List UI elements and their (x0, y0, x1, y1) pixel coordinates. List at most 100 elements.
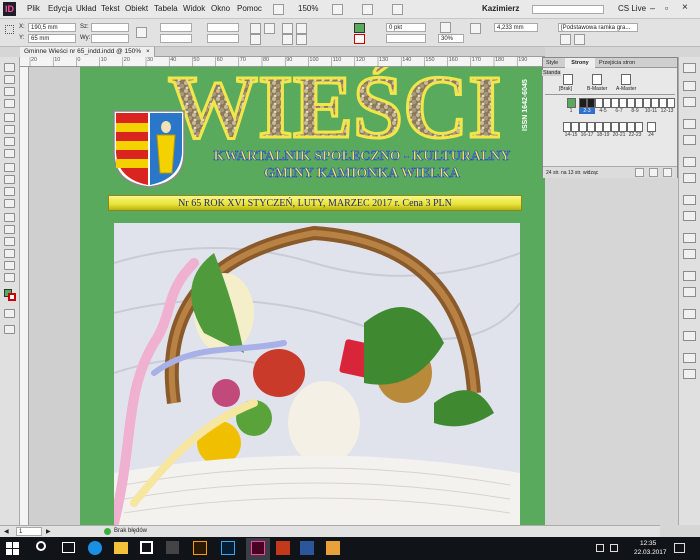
page-thumbnail[interactable] (571, 122, 579, 132)
pen-tool-icon[interactable] (4, 137, 15, 146)
horizontal-ruler[interactable]: 20 10 0 10 20 30 40 50 60 70 80 90 100 110 120 130 140 15… (20, 57, 545, 67)
page-thumbnail[interactable] (635, 122, 643, 132)
text-on-path-icon[interactable] (250, 34, 261, 45)
x-position-field[interactable]: 190,5 mm (28, 23, 76, 32)
gradient-feather-tool-icon[interactable] (4, 225, 15, 234)
eyedropper-tool-icon[interactable] (4, 249, 15, 258)
document-canvas[interactable]: WIEŚCI ISSN 1642-6045 KWARTALNIK SPOŁECZ… (29, 67, 545, 525)
stroke-color-icon[interactable] (8, 293, 16, 301)
vertical-ruler[interactable] (20, 67, 29, 525)
type-tool-icon[interactable] (4, 113, 15, 122)
tab-styles[interactable]: Style (546, 60, 558, 66)
selection-tool-icon[interactable] (4, 63, 15, 72)
arrange-documents-icon[interactable] (392, 4, 403, 15)
page-thumbnail[interactable] (595, 98, 603, 108)
table-styles-panel-icon[interactable] (683, 369, 696, 379)
view-options-icon[interactable] (332, 4, 343, 15)
illustrator-icon[interactable] (193, 541, 207, 555)
page-thumbnail[interactable] (587, 122, 595, 132)
normal-view-icon[interactable] (4, 325, 15, 334)
new-page-icon[interactable] (649, 168, 658, 177)
page-spread-1[interactable]: 1 (563, 98, 579, 114)
menu-item-layout[interactable]: Układ (76, 4, 96, 13)
clock-time[interactable]: 12:35 (640, 540, 656, 547)
page-thumbnail[interactable] (611, 98, 619, 108)
scissors-tool-icon[interactable] (4, 187, 15, 196)
clock-date[interactable]: 22.03.2017 (634, 549, 667, 556)
shear-field[interactable] (207, 34, 239, 43)
auto-fit-icon[interactable] (574, 34, 585, 45)
layers-panel-icon[interactable] (683, 81, 696, 91)
tab-page-transitions[interactable]: Przejścia stron (599, 60, 635, 66)
menu-item-file[interactable]: Plik (27, 4, 40, 13)
minimize-icon[interactable]: – (650, 3, 655, 13)
character-styles-panel-icon[interactable] (683, 287, 696, 297)
word-icon[interactable] (300, 541, 314, 555)
free-transform-tool-icon[interactable] (4, 199, 15, 208)
stroke-weight-field[interactable]: 0 pkt (386, 23, 426, 32)
preflight-status[interactable]: Brak błędów (114, 528, 147, 534)
menu-item-help[interactable]: Pomoc (237, 4, 262, 13)
search-taskbar-icon[interactable] (36, 541, 46, 551)
stroke-swatch[interactable] (354, 34, 365, 44)
page-tool-icon[interactable] (4, 87, 15, 96)
stroke-type-select[interactable] (386, 34, 426, 43)
effects-icon[interactable] (440, 22, 451, 33)
subtitle-line-1[interactable]: KWARTALNIK SPOŁECZNO - KULTURALNY (192, 149, 532, 165)
reference-point-icon[interactable] (5, 25, 14, 34)
next-page-icon[interactable]: ▶ (46, 528, 51, 535)
page-thumbnail[interactable] (643, 98, 651, 108)
file-explorer-icon[interactable] (114, 542, 128, 554)
document-tab[interactable]: Gminne Wieści nr 65_indd.indd @ 150% × (20, 47, 155, 57)
page-thumbnail[interactable] (563, 122, 571, 132)
page-thumbnail[interactable] (611, 122, 619, 132)
rotate-icon[interactable] (250, 23, 261, 34)
menu-item-edit[interactable]: Edycja (48, 4, 72, 13)
cs-live-button[interactable]: CS Live (618, 4, 646, 13)
tab-pages[interactable]: Strony (565, 58, 595, 68)
page-spread-4-5[interactable]: 4-5 (595, 98, 611, 114)
height-field[interactable] (91, 34, 129, 43)
search-input[interactable] (532, 5, 604, 14)
page-number-field[interactable]: 1 (16, 527, 42, 536)
rectangle-frame-tool-icon[interactable] (4, 163, 15, 172)
menu-item-table[interactable]: Tabela (154, 4, 178, 13)
page-spread-22-23[interactable]: 22-23 (627, 122, 643, 138)
masthead[interactable]: WIEŚCI (160, 67, 501, 143)
page-spread-14-15[interactable]: 14-15 (563, 122, 579, 138)
workspace-switcher[interactable]: Kazimierz (482, 4, 519, 13)
master-b-icon[interactable] (592, 74, 602, 85)
page-thumbnail[interactable] (603, 98, 611, 108)
page-thumbnail[interactable] (587, 98, 595, 108)
links-panel-icon[interactable] (683, 97, 696, 107)
fill-swatch[interactable] (354, 23, 365, 33)
page-thumbnail[interactable] (667, 98, 675, 108)
select-content-icon[interactable] (296, 23, 307, 34)
page-thumbnail[interactable] (627, 98, 635, 108)
page-thumbnail[interactable] (627, 122, 635, 132)
select-container-icon[interactable] (282, 23, 293, 34)
menu-item-object[interactable]: Obiekt (125, 4, 148, 13)
formatting-container-icon[interactable] (4, 309, 15, 318)
page-thumbnail[interactable] (659, 98, 667, 108)
page-spread-18-19[interactable]: 18-19 (595, 122, 611, 138)
page-thumbnail[interactable] (566, 98, 576, 108)
photoshop-icon[interactable] (221, 541, 235, 555)
text-wrap-panel-icon[interactable] (683, 195, 696, 205)
gap-tool-icon[interactable] (4, 99, 15, 108)
pinned-app-icon[interactable] (326, 541, 340, 555)
flip-icon[interactable] (264, 23, 275, 34)
text-wrap-icon[interactable] (560, 34, 571, 45)
page-spread-12-13[interactable]: 12-13 (659, 98, 675, 114)
document-close-icon[interactable]: × (146, 48, 150, 55)
direct-selection-tool-icon[interactable] (4, 75, 15, 84)
character-panel-icon[interactable] (683, 233, 696, 243)
document-page[interactable]: WIEŚCI ISSN 1642-6045 KWARTALNIK SPOŁECZ… (80, 67, 545, 525)
gradient-tool-icon[interactable] (4, 213, 15, 222)
acrobat-icon[interactable] (276, 541, 290, 555)
paragraph-styles-panel-icon[interactable] (683, 271, 696, 281)
paragraph-panel-icon[interactable] (683, 249, 696, 259)
task-view-icon[interactable] (62, 542, 75, 553)
maximize-icon[interactable]: ▫ (665, 3, 668, 13)
store-icon[interactable] (140, 541, 153, 554)
